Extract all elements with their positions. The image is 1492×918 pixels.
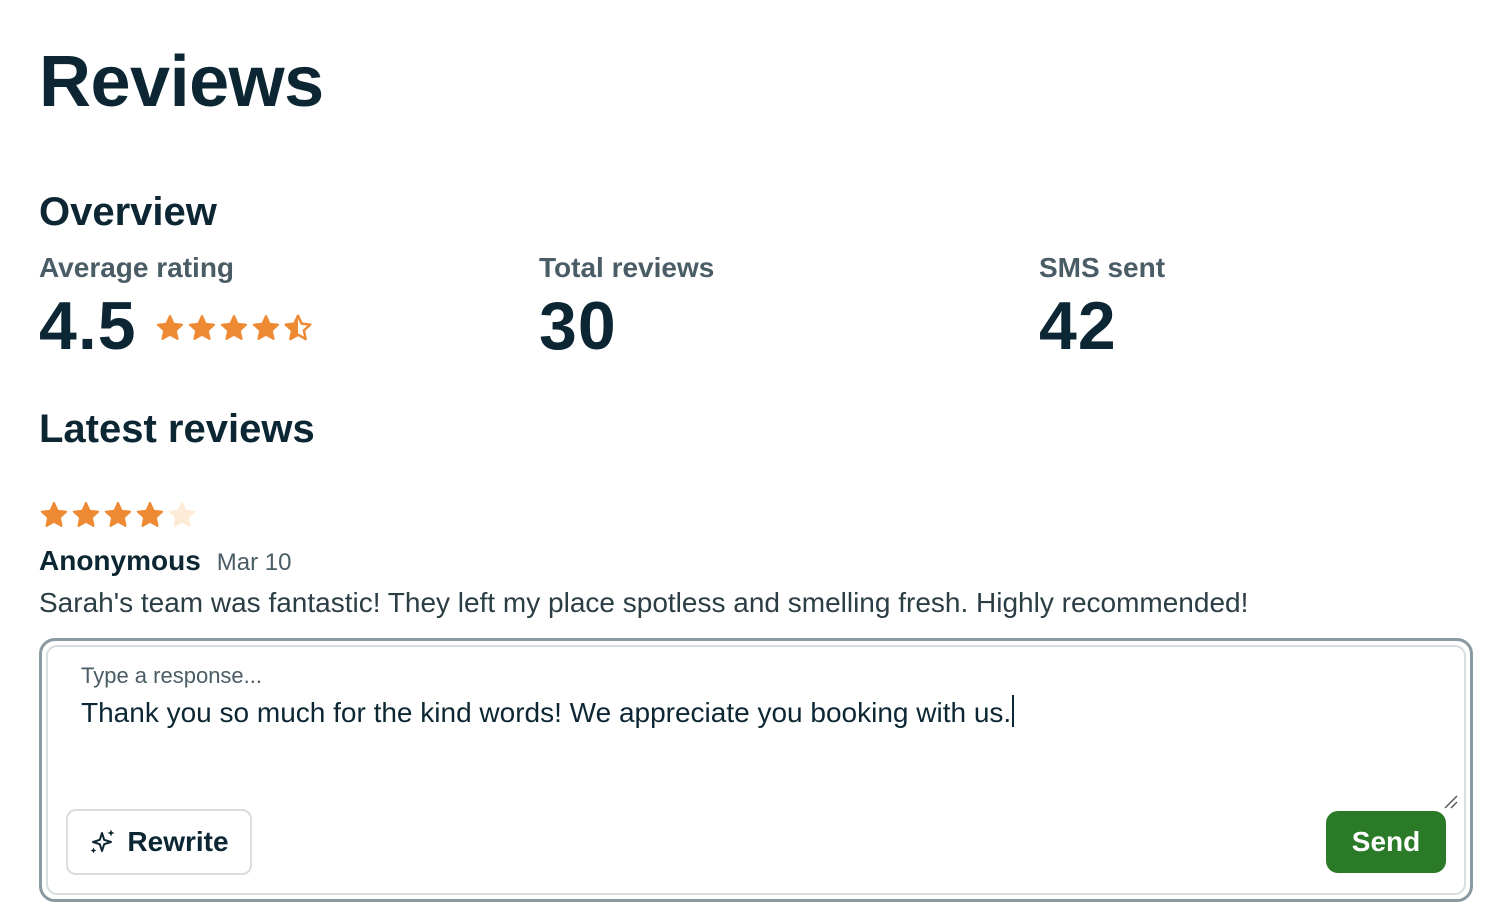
star-empty-icon (168, 501, 196, 527)
response-field-value[interactable]: Thank you so much for the kind words! We… (81, 695, 1015, 729)
rewrite-button-label: Rewrite (127, 826, 229, 857)
review-date: Mar 10 (216, 549, 292, 576)
sparkles-icon (90, 829, 115, 854)
review-text: Sarah's team was fantastic! They left my… (39, 587, 1249, 618)
star-filled-icon (188, 314, 215, 340)
total-reviews-value: 30 (539, 288, 617, 364)
response-field-label: Type a response... (81, 663, 262, 688)
sms-sent-stat: SMS sent 42 (1039, 252, 1166, 364)
rewrite-button[interactable]: Rewrite (66, 809, 252, 875)
review-meta: Anonymous Mar 10 (39, 545, 291, 577)
sms-sent-label: SMS sent (1039, 252, 1166, 283)
average-rating-stat: Average rating 4.5 (39, 254, 313, 360)
reviews-page: Reviews Overview Average rating 4.5 Tota… (39, 0, 1473, 918)
send-button-label: Send (1351, 826, 1421, 857)
sms-sent-value: 42 (1039, 288, 1117, 364)
send-button[interactable]: Send (1326, 811, 1446, 873)
average-rating-value: 4.5 (39, 288, 137, 364)
star-filled-icon (156, 314, 183, 340)
text-caret (1012, 695, 1015, 727)
total-reviews-label: Total reviews (539, 252, 715, 283)
half-star-icon (284, 314, 312, 341)
average-rating-stars (155, 313, 313, 343)
star-filled-icon (40, 501, 68, 527)
page-title: Reviews (39, 42, 324, 122)
star-filled-icon (136, 501, 164, 527)
star-filled-icon (72, 501, 100, 527)
resize-grip-icon[interactable] (1442, 793, 1458, 809)
review-rating-stars (39, 500, 197, 530)
total-reviews-stat: Total reviews 30 (539, 252, 715, 364)
star-filled-icon (220, 314, 247, 340)
latest-reviews-heading: Latest reviews (39, 407, 315, 451)
star-filled-icon (104, 501, 132, 527)
response-composer: Type a response... Thank you so much for… (39, 638, 1473, 902)
response-text-content: Thank you so much for the kind words! We… (81, 697, 1012, 728)
overview-heading: Overview (39, 190, 217, 234)
average-rating-label: Average rating (39, 252, 235, 283)
review-author: Anonymous (39, 545, 201, 576)
response-input[interactable]: Type a response... Thank you so much for… (46, 645, 1466, 895)
star-filled-icon (252, 314, 279, 340)
